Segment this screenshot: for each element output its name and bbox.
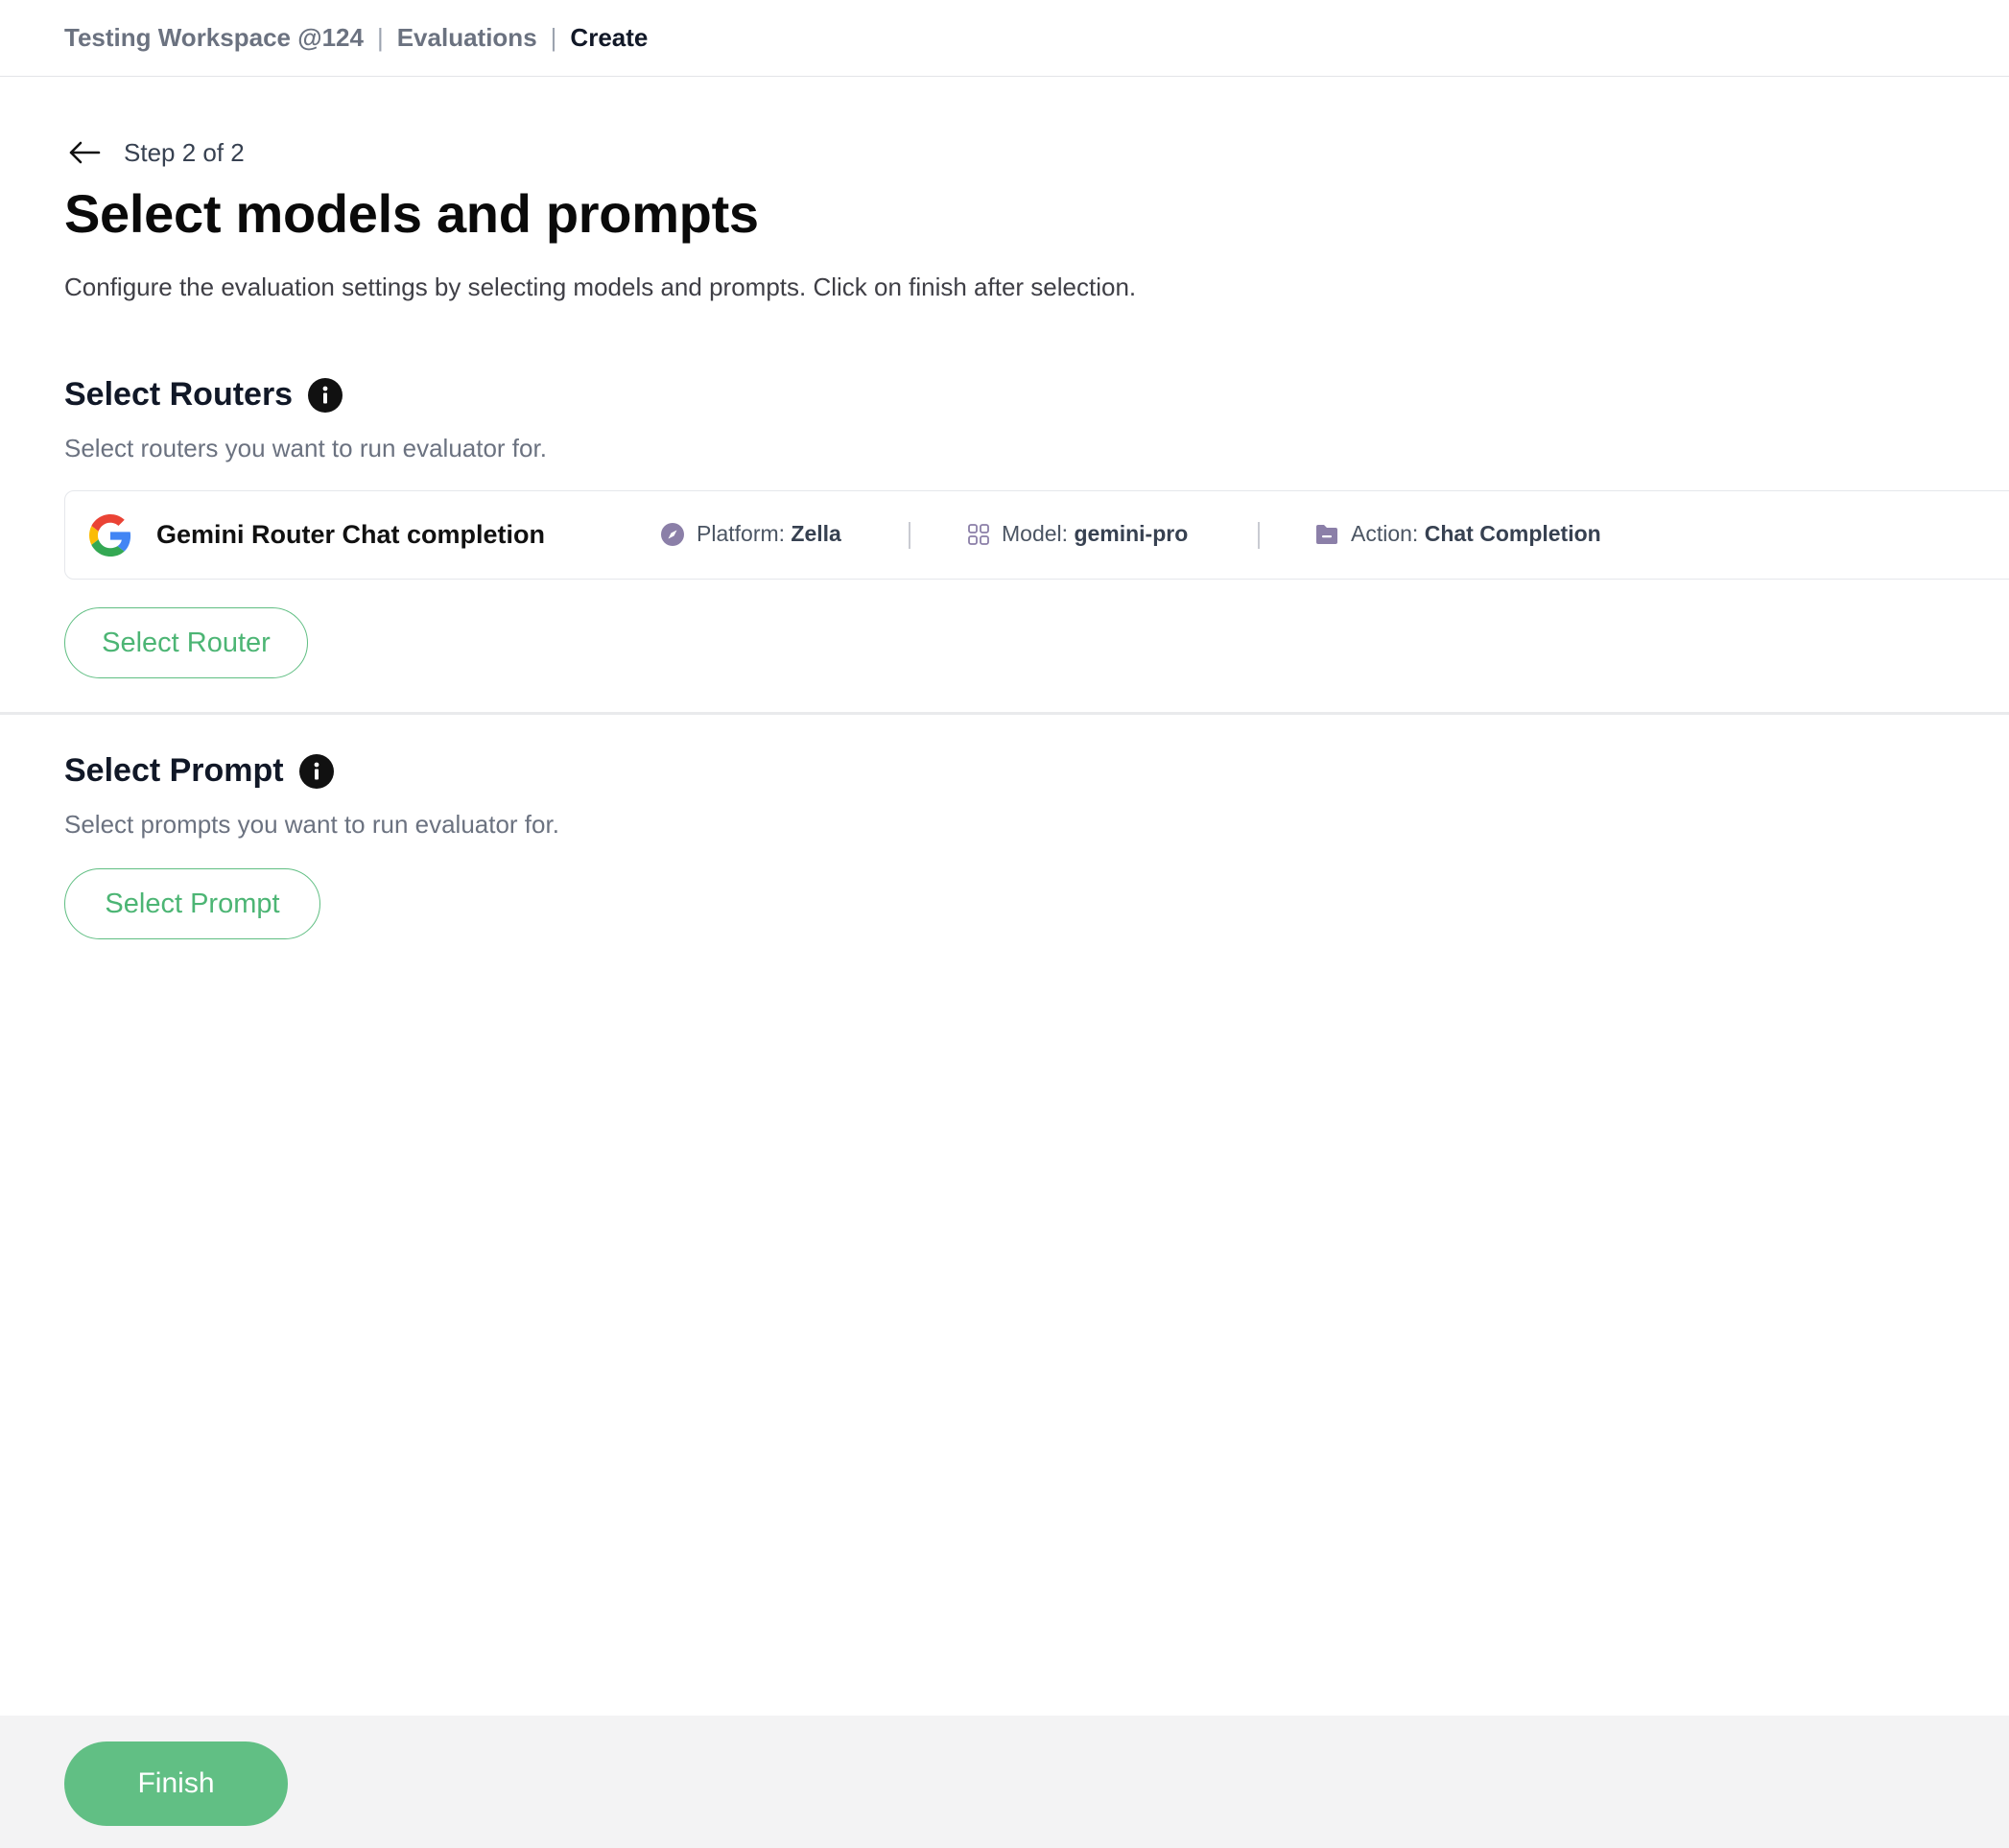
action-value: Chat Completion bbox=[1424, 521, 1601, 546]
routers-heading: Select Routers bbox=[64, 376, 343, 414]
prompt-heading-text: Select Prompt bbox=[64, 752, 284, 789]
compass-icon bbox=[661, 522, 684, 546]
select-router-button[interactable]: Select Router bbox=[64, 607, 308, 678]
platform-value: Zella bbox=[791, 521, 841, 546]
breadcrumb-workspace[interactable]: Testing Workspace @124 bbox=[64, 23, 364, 53]
arrow-left-icon bbox=[69, 141, 101, 164]
step-label: Step 2 of 2 bbox=[124, 137, 245, 167]
routers-subtitle: Select routers you want to run evaluator… bbox=[64, 434, 547, 462]
info-icon[interactable] bbox=[308, 377, 343, 413]
router-card[interactable]: Gemini Router Chat completion Platform: … bbox=[64, 490, 2009, 580]
router-action: Action: Chat Completion bbox=[1314, 521, 1601, 547]
google-logo bbox=[89, 514, 131, 557]
grid-icon bbox=[968, 523, 989, 545]
meta-divider bbox=[1258, 522, 1260, 549]
router-name: Gemini Router Chat completion bbox=[156, 520, 546, 549]
platform-label: Platform: bbox=[697, 521, 786, 546]
meta-divider bbox=[909, 522, 910, 549]
breadcrumb-separator: | bbox=[550, 23, 557, 52]
breadcrumb-separator: | bbox=[376, 23, 384, 52]
back-button[interactable] bbox=[64, 132, 105, 173]
info-icon[interactable] bbox=[298, 753, 334, 789]
model-value: gemini-pro bbox=[1074, 521, 1189, 546]
page-title: Select models and prompts bbox=[64, 183, 759, 244]
router-model: Model: gemini-pro bbox=[967, 521, 1188, 547]
routers-heading-text: Select Routers bbox=[64, 376, 294, 413]
step-indicator: Step 2 of 2 bbox=[64, 132, 245, 173]
folder-icon bbox=[1316, 524, 1337, 544]
prompt-heading: Select Prompt bbox=[64, 752, 334, 790]
breadcrumb-evaluations[interactable]: Evaluations bbox=[397, 23, 537, 53]
section-divider bbox=[0, 712, 2009, 715]
page-description: Configure the evaluation settings by sel… bbox=[64, 272, 1137, 301]
footer-bar: Finish bbox=[0, 1716, 2009, 1848]
action-label: Action: bbox=[1351, 521, 1419, 546]
breadcrumb: Testing Workspace @124 | Evaluations | C… bbox=[0, 0, 2009, 77]
model-label: Model: bbox=[1002, 521, 1069, 546]
finish-button[interactable]: Finish bbox=[64, 1741, 288, 1826]
router-platform: Platform: Zella bbox=[660, 521, 841, 547]
select-prompt-button[interactable]: Select Prompt bbox=[64, 868, 320, 939]
prompt-subtitle: Select prompts you want to run evaluator… bbox=[64, 810, 559, 839]
breadcrumb-current: Create bbox=[570, 23, 649, 52]
